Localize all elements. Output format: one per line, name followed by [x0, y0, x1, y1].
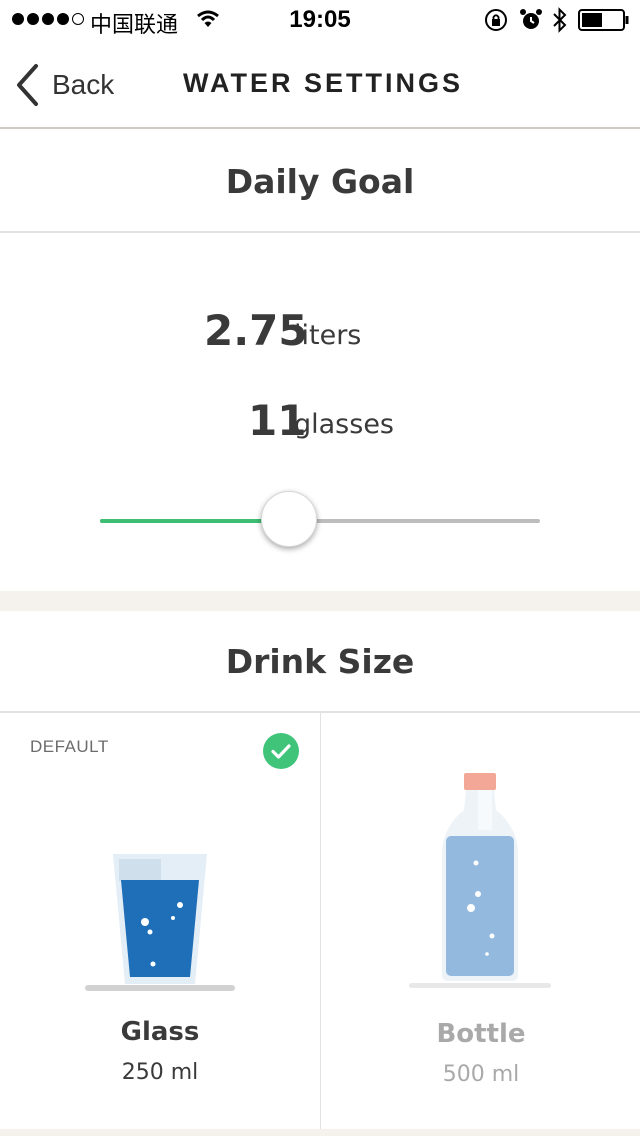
drink-size-glass: 250 ml [121, 1060, 199, 1085]
battery-icon [578, 9, 629, 31]
status-bar: 中国联通 19:05 [0, 0, 640, 40]
rotation-lock-icon [485, 9, 507, 31]
slider-thumb[interactable] [261, 491, 318, 547]
liters-value: 2.75 [204, 306, 308, 355]
glass-of-water-icon [85, 854, 235, 991]
drink-option-glass[interactable]: DEFAULT Glass 250 ml [0, 713, 320, 1129]
back-button[interactable]: Back [14, 60, 114, 110]
chevron-left-icon [17, 64, 38, 106]
drink-option-bottle[interactable]: Bottle 500 ml [321, 713, 640, 1129]
alarm-icon [520, 9, 542, 29]
status-time: 19:05 [289, 6, 351, 33]
drink-size-header: Drink Size [225, 642, 415, 681]
default-label: DEFAULT [30, 737, 109, 756]
bottom-band [0, 1129, 640, 1136]
section-separator [0, 591, 640, 611]
drink-name-bottle: Bottle [436, 1019, 526, 1049]
drink-size-bottle: 500 ml [442, 1062, 520, 1087]
daily-goal-header: Daily Goal [225, 162, 415, 201]
navigation-bar: Back WATER SETTINGS [0, 40, 640, 129]
glasses-unit: glasses [294, 409, 394, 440]
divider [0, 231, 640, 233]
drink-name-glass: Glass [120, 1017, 200, 1047]
page-title: WATER SETTINGS [183, 68, 464, 98]
water-bottle-icon [409, 773, 551, 988]
daily-goal-slider[interactable] [100, 490, 540, 550]
liters-unit: liters [294, 320, 362, 351]
back-label: Back [52, 69, 115, 100]
check-circle-icon [263, 733, 299, 769]
bluetooth-icon [553, 7, 567, 33]
